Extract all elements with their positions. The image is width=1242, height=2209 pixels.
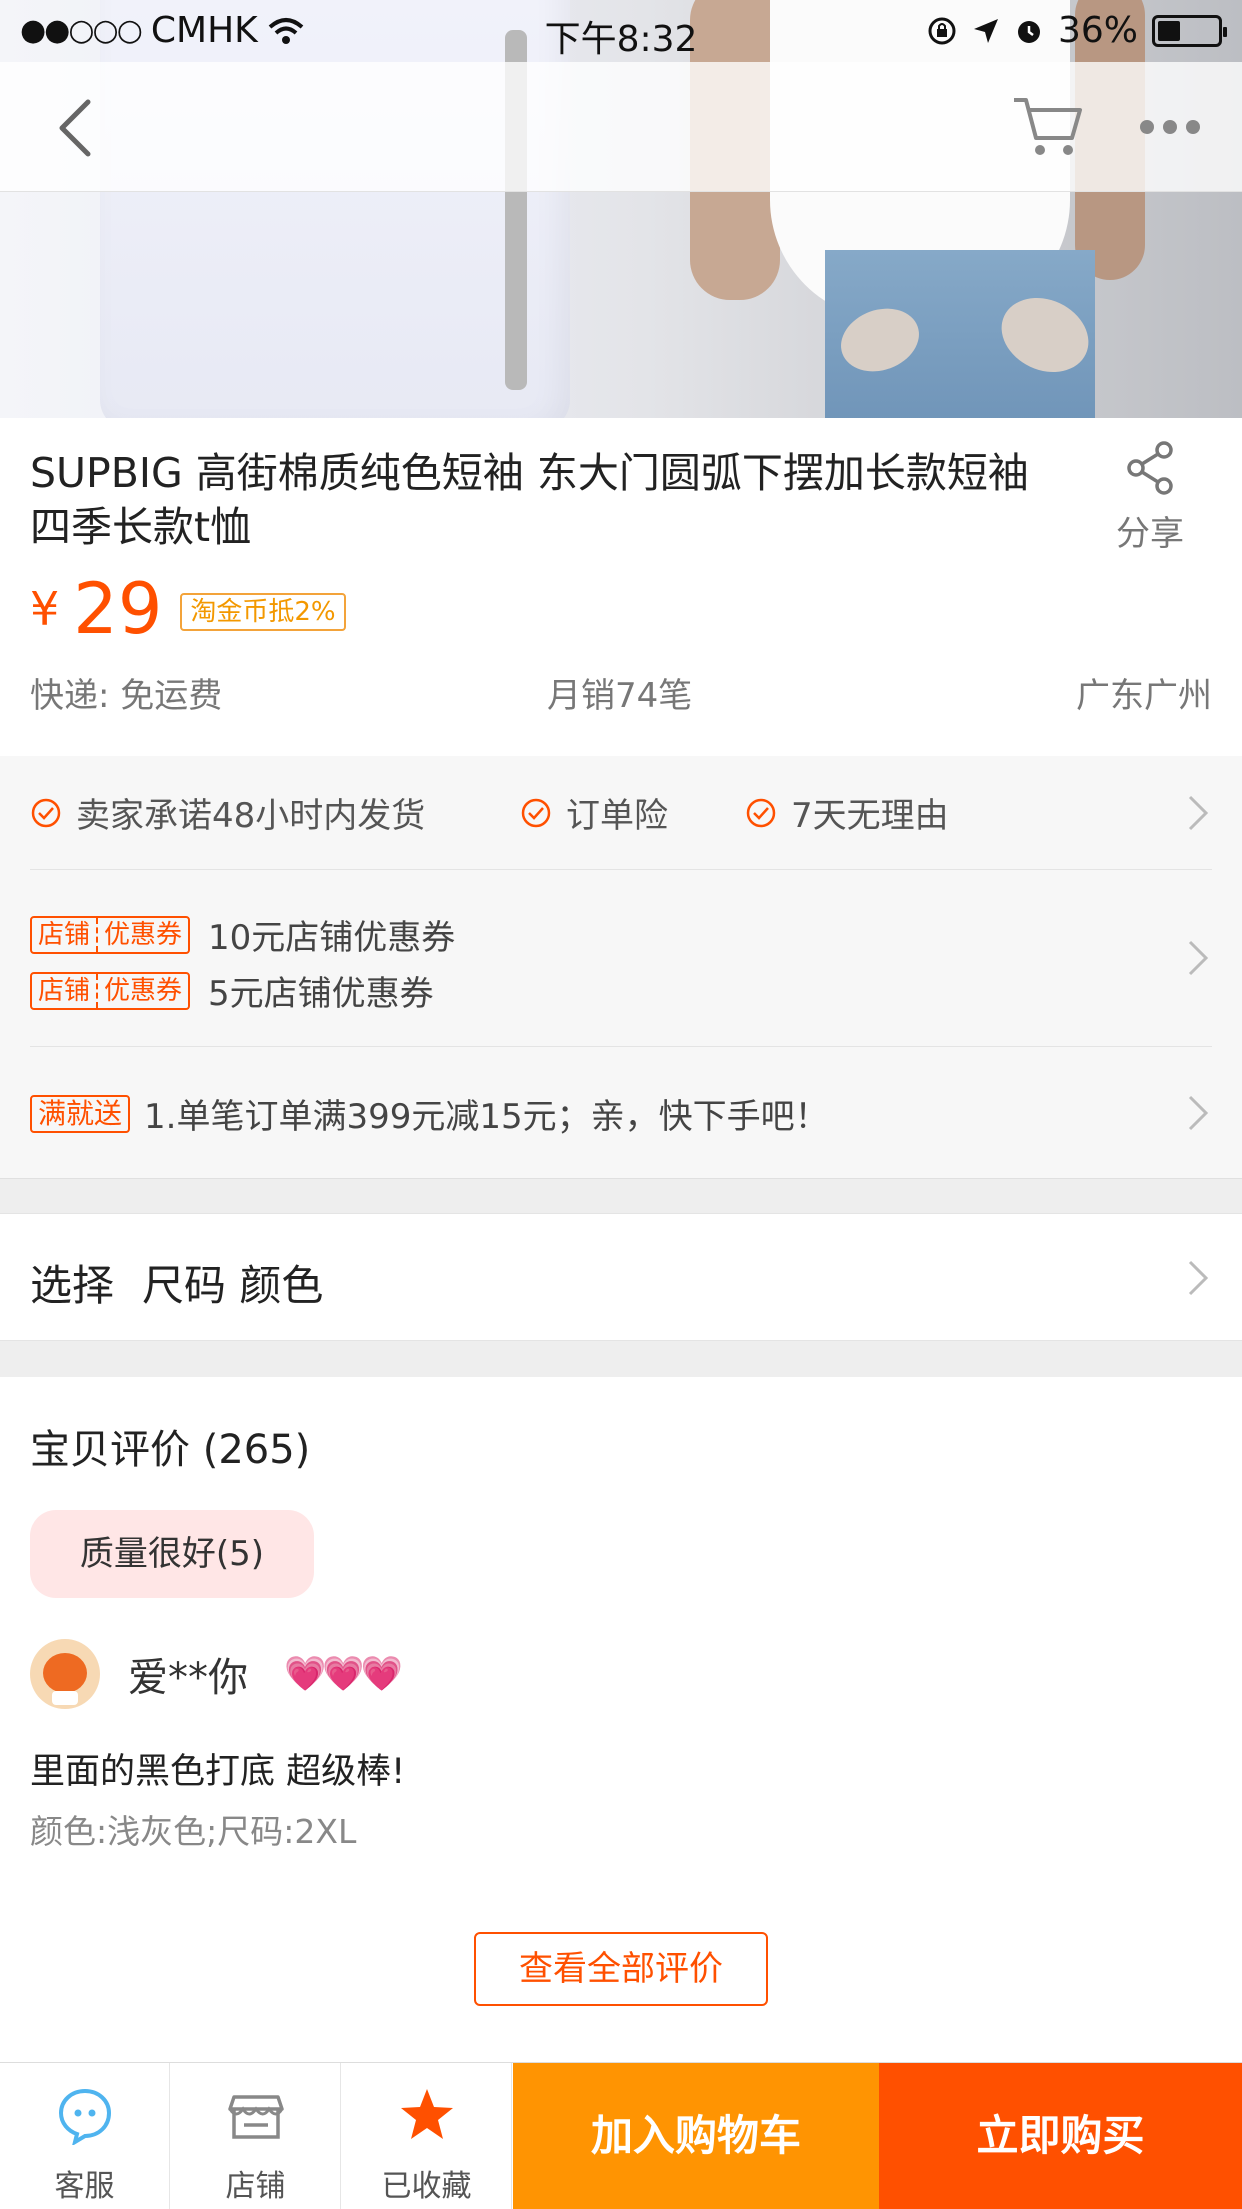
review-tag-chip[interactable]: 质量很好(5) <box>30 1510 314 1598</box>
buy-now-button[interactable]: 立即购买 <box>879 2063 1242 2209</box>
chevron-right-icon <box>1188 1095 1209 1131</box>
promo-text: 1.单笔订单满399元减15元；亲，快下手吧！ <box>144 1097 829 1137</box>
coupon-item: 店铺 优惠券 5元店铺优惠券 <box>30 966 434 1015</box>
chevron-right-icon <box>1188 795 1209 831</box>
price-row: ¥ 29 淘金币抵2% <box>30 568 346 650</box>
location-arrow-icon <box>973 18 998 43</box>
avatar <box>30 1639 100 1709</box>
bottom-action-bar: 客服 店铺 已收藏 加入购物车 立即购买 <box>0 2062 1242 2209</box>
coupon-tag-right: 优惠券 <box>96 973 188 1008</box>
coupon-tag-right: 优惠券 <box>96 917 188 952</box>
coin-discount-badge: 淘金币抵2% <box>180 593 346 631</box>
status-bar: ●●○○○ CMHK 下午8:32 36% <box>0 0 1242 62</box>
shipping-info: 快递: 免运费 <box>30 676 223 716</box>
more-dots-icon[interactable] <box>1135 102 1205 152</box>
reviewer-level-hearts: 💗💗💗 <box>284 1654 403 1694</box>
promise-label: 7天无理由 <box>791 796 949 836</box>
select-sku-row[interactable]: 选择 尺码 颜色 <box>0 1213 1242 1341</box>
price-value: 29 <box>73 568 163 650</box>
promo-row[interactable]: 满就送 1.单笔订单满399元减15元；亲，快下手吧！ <box>30 1047 1212 1178</box>
promise-item: 7天无理由 <box>745 788 949 837</box>
chat-bubble-icon <box>58 2088 112 2145</box>
review-spec: 颜色:浅灰色;尺码:2XL <box>30 1812 357 1851</box>
coupon-tag: 店铺 优惠券 <box>30 971 191 1010</box>
select-label: 选择 <box>30 1261 115 1310</box>
promise-item: 卖家承诺48小时内发货 <box>30 788 425 837</box>
star-icon <box>401 2089 453 2139</box>
chevron-right-icon <box>1188 940 1209 976</box>
coupon-row[interactable]: 店铺 优惠券 10元店铺优惠券 店铺 优惠券 5元店铺优惠券 <box>30 870 1212 1047</box>
favorite-label: 已收藏 <box>381 2169 472 2204</box>
shop-button[interactable]: 店铺 <box>171 2063 341 2209</box>
customer-service-button[interactable]: 客服 <box>0 2063 170 2209</box>
product-info: SUPBIG 高街棉质纯色短袖 东大门圆弧下摆加长款短袖四季长款t恤 分享 ¥ … <box>0 418 1242 756</box>
battery-percent: 36% <box>1057 10 1138 51</box>
reviewer-row: 爱**你 💗💗💗 <box>30 1639 403 1709</box>
coupon-text: 10元店铺优惠券 <box>208 918 456 958</box>
check-circle-icon <box>746 798 776 827</box>
cart-icon[interactable] <box>1010 92 1090 162</box>
customer-service-label: 客服 <box>54 2169 115 2204</box>
share-button[interactable]: 分享 <box>1105 440 1195 555</box>
promise-label: 订单险 <box>566 796 668 836</box>
coupon-text: 5元店铺优惠券 <box>208 974 434 1014</box>
reviewer-name: 爱**你 <box>128 1655 248 1701</box>
chevron-right-icon <box>1188 1260 1209 1296</box>
monthly-sales: 月销74笔 <box>547 676 693 716</box>
section-divider <box>0 1341 1242 1377</box>
promise-label: 卖家承诺48小时内发货 <box>76 796 426 836</box>
shop-label: 店铺 <box>225 2169 286 2204</box>
favorite-button[interactable]: 已收藏 <box>342 2063 512 2209</box>
promise-row[interactable]: 卖家承诺48小时内发货 订单险 7天无理由 <box>30 756 1212 870</box>
check-circle-icon <box>31 798 61 827</box>
nav-bar <box>0 62 1242 192</box>
promo-tag: 满就送 <box>30 1094 131 1133</box>
currency-symbol: ¥ <box>30 582 60 636</box>
service-block: 卖家承诺48小时内发货 订单险 7天无理由 店铺 优惠券 10元店铺优惠券 店铺… <box>0 756 1242 1178</box>
add-to-cart-button[interactable]: 加入购物车 <box>513 2063 879 2209</box>
share-label: 分享 <box>1116 514 1184 554</box>
promise-item: 订单险 <box>520 788 668 837</box>
alarm-icon <box>1017 20 1040 43</box>
coupon-item: 店铺 优惠券 10元店铺优惠券 <box>30 910 455 959</box>
reviews-title: 宝贝评价 (265) <box>30 1417 310 1475</box>
check-circle-icon <box>521 798 551 827</box>
shop-icon <box>228 2095 284 2139</box>
select-options: 尺码 颜色 <box>142 1261 324 1310</box>
select-text: 选择 尺码 颜色 <box>30 1252 323 1313</box>
reviews-label: 宝贝评价 <box>30 1427 190 1473</box>
back-chevron-icon[interactable] <box>50 98 110 158</box>
status-right: 36% <box>926 10 1227 51</box>
reviews-count: (265) <box>202 1427 311 1473</box>
rotation-lock-icon <box>928 17 956 44</box>
promo-item: 满就送 1.单笔订单满399元减15元；亲，快下手吧！ <box>30 1089 829 1138</box>
reviews-section: 宝贝评价 (265) 质量很好(5) 爱**你 💗💗💗 里面的黑色打底 超级棒!… <box>0 1377 1242 2062</box>
product-title: SUPBIG 高街棉质纯色短袖 东大门圆弧下摆加长款短袖四季长款t恤 <box>30 449 1029 551</box>
location: 广东广州 <box>1076 676 1212 716</box>
section-divider <box>0 1178 1242 1213</box>
coupon-tag-left: 店铺 <box>38 975 91 1006</box>
review-text: 里面的黑色打底 超级棒! <box>30 1752 406 1792</box>
coupon-tag: 店铺 优惠券 <box>30 915 191 954</box>
share-icon <box>1127 441 1173 495</box>
coupon-tag-left: 店铺 <box>38 919 91 950</box>
view-all-reviews-button[interactable]: 查看全部评价 <box>474 1932 768 2006</box>
battery-icon <box>1152 14 1227 47</box>
